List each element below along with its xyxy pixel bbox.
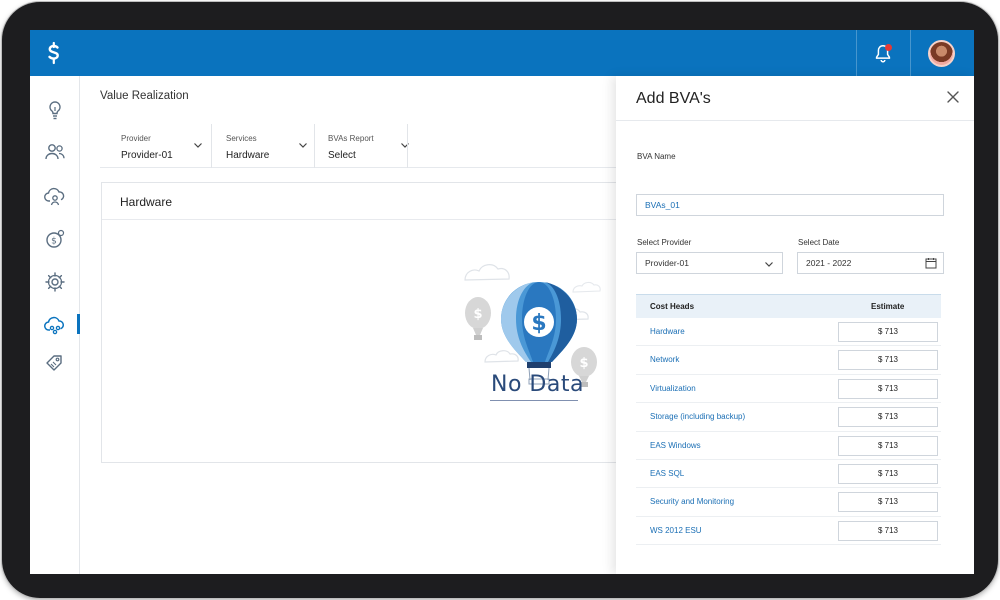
users-icon[interactable]	[43, 140, 67, 164]
cost-head-link[interactable]: Storage (including backup)	[650, 412, 745, 421]
filter-bar: Provider Provider-01 Services Hardware B…	[100, 124, 620, 168]
top-divider	[910, 30, 911, 76]
page-title: Value Realization	[100, 90, 189, 102]
estimate-input[interactable]: $ 713	[838, 322, 938, 342]
filter-label: BVAs Report	[328, 134, 374, 143]
tablet-frame: $ Value Realization Provider Provider-01…	[2, 2, 998, 598]
table-row: Network $ 713	[636, 346, 941, 375]
chevron-down-icon	[401, 143, 409, 148]
table-row: Storage (including backup) $ 713	[636, 403, 941, 432]
calendar-icon[interactable]	[925, 257, 937, 269]
cost-head-link[interactable]: Virtualization	[650, 384, 696, 393]
bva-name-label: BVA Name	[637, 152, 676, 161]
cost-head-link[interactable]: Hardware	[650, 327, 685, 336]
provider-select[interactable]: Provider-01	[636, 252, 783, 274]
cost-head-link[interactable]: EAS Windows	[650, 441, 701, 450]
cost-head-link[interactable]: EAS SQL	[650, 469, 684, 478]
date-label: Select Date	[798, 238, 840, 247]
filter-separator	[407, 124, 408, 168]
gear-cog-icon[interactable]	[43, 270, 67, 294]
svg-text:$: $	[531, 311, 546, 336]
svg-text:$: $	[579, 356, 588, 371]
notification-badge	[885, 44, 892, 51]
estimate-input[interactable]: $ 713	[838, 492, 938, 513]
avatar[interactable]	[928, 40, 955, 67]
top-divider	[856, 30, 857, 76]
table-row: EAS SQL $ 713	[636, 460, 941, 489]
svg-text:$: $	[51, 237, 57, 247]
filter-label: Provider	[121, 134, 151, 143]
filter-value: Select	[328, 150, 356, 161]
services-filter[interactable]: Services Hardware	[186, 124, 307, 168]
table-row: Hardware $ 713	[636, 318, 941, 347]
drawer-divider	[616, 120, 974, 121]
tag-icon[interactable]	[43, 350, 67, 374]
no-data-underline	[490, 400, 578, 401]
top-bar	[30, 30, 974, 76]
drawer-title: Add BVA's	[636, 90, 711, 107]
cost-head-link[interactable]: Network	[650, 355, 679, 364]
no-data-balloon-illustration: $ $ $	[464, 264, 601, 387]
filter-value: Hardware	[226, 150, 270, 161]
estimate-input[interactable]: $ 713	[838, 435, 938, 456]
add-bva-drawer: Add BVA's BVA Name BVAs_01 Select Provid…	[616, 76, 974, 574]
provider-select-value: Provider-01	[645, 258, 689, 268]
card-divider	[102, 219, 660, 220]
estimate-input[interactable]: $ 713	[838, 350, 938, 371]
cost-heads-table: Cost Heads Estimate Hardware $ 713 Netwo…	[636, 294, 941, 546]
date-picker[interactable]: 2021 - 2022	[797, 252, 944, 274]
dollar-cycle-icon[interactable]: $	[43, 227, 67, 251]
no-data-text: No Data	[491, 372, 584, 397]
filter-label: Services	[226, 134, 257, 143]
cloud-user-icon[interactable]	[43, 184, 67, 208]
chevron-down-icon	[765, 262, 773, 267]
sidebar-active-indicator	[77, 314, 80, 334]
lightbulb-icon[interactable]	[43, 98, 67, 122]
provider-label: Select Provider	[637, 238, 692, 247]
column-header-estimate: Estimate	[871, 302, 905, 311]
estimate-input[interactable]: $ 713	[838, 520, 938, 541]
estimate-input[interactable]: $ 713	[838, 378, 938, 399]
table-header: Cost Heads Estimate	[636, 294, 941, 318]
estimate-input[interactable]: $ 713	[838, 407, 938, 428]
bvas-report-filter[interactable]: BVAs Report Select	[290, 124, 410, 168]
svg-text:$: $	[473, 307, 482, 322]
cost-head-link[interactable]: WS 2012 ESU	[650, 526, 702, 535]
card-title: Hardware	[120, 195, 173, 209]
bva-name-input[interactable]: BVAs_01	[636, 194, 944, 216]
close-icon[interactable]	[946, 90, 960, 104]
app-screen: $ Value Realization Provider Provider-01…	[30, 30, 974, 574]
dollar-logo-icon[interactable]	[42, 41, 66, 65]
filter-value: Provider-01	[121, 150, 173, 161]
table-row: Security and Monitoring $ 713	[636, 488, 941, 517]
column-header-cost-heads: Cost Heads	[650, 302, 695, 311]
cost-head-link[interactable]: Security and Monitoring	[650, 497, 734, 506]
estimate-input[interactable]: $ 713	[838, 463, 938, 484]
table-row: Virtualization $ 713	[636, 375, 941, 404]
date-picker-value: 2021 - 2022	[806, 258, 852, 268]
table-row: WS 2012 ESU $ 713	[636, 517, 941, 546]
sidebar: $	[30, 76, 80, 574]
table-row: EAS Windows $ 713	[636, 432, 941, 460]
cloud-network-icon[interactable]	[43, 312, 67, 336]
